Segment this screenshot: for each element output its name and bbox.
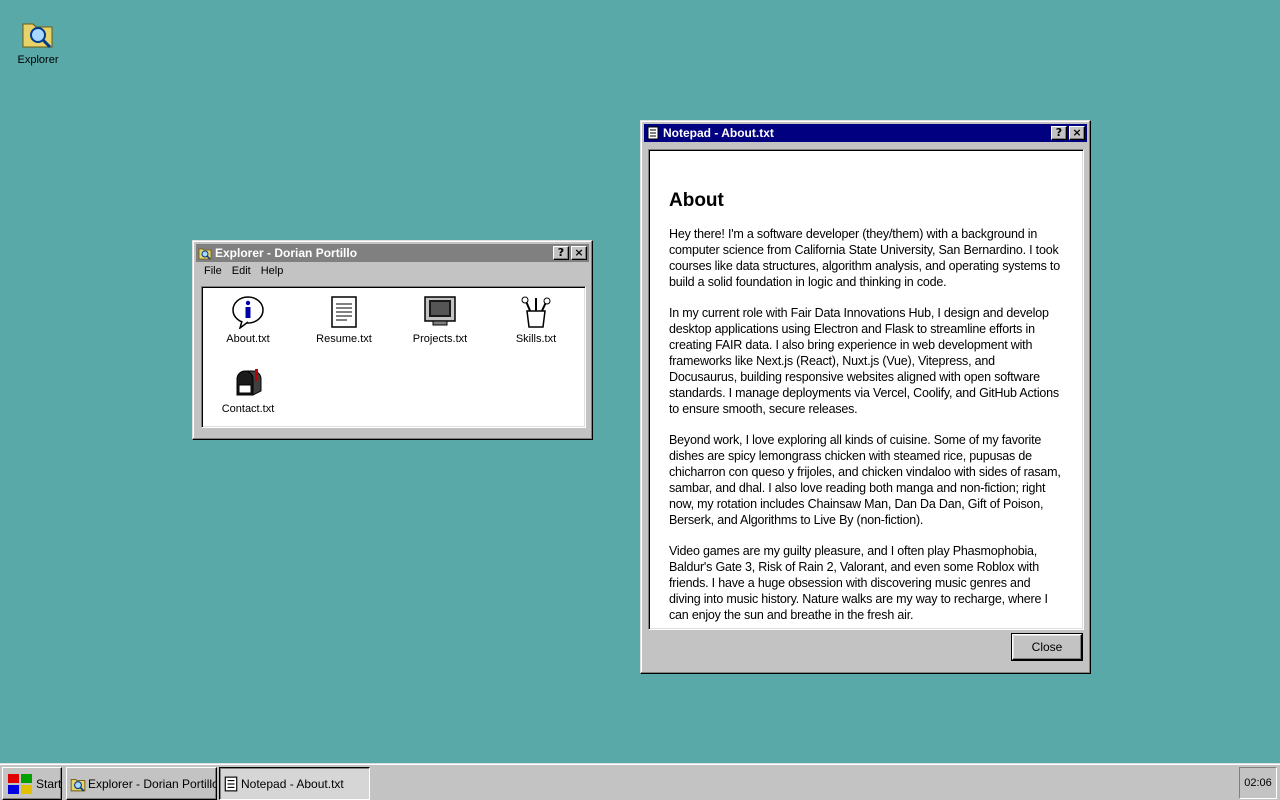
file-about[interactable]: About.txt <box>203 295 293 345</box>
explorer-folder-icon <box>22 23 53 49</box>
mailbox-icon <box>236 369 262 396</box>
windows-logo-icon <box>8 773 32 794</box>
document-heading: About <box>669 190 724 211</box>
explorer-titlebar[interactable]: Explorer - Dorian Portillo ? × <box>196 244 589 262</box>
explorer-folder-icon <box>70 778 86 791</box>
file-label: Contact.txt <box>221 403 275 415</box>
explorer-title: Explorer - Dorian Portillo <box>215 246 358 260</box>
paragraph-interests: Beyond work, I love exploring all kinds … <box>669 433 1061 527</box>
close-button[interactable]: × <box>571 246 587 260</box>
help-button[interactable]: ? <box>1051 126 1067 140</box>
notepad-titlebar[interactable]: Notepad - About.txt ? × <box>644 124 1087 142</box>
info-balloon-icon <box>232 296 264 329</box>
help-button[interactable]: ? <box>553 246 569 260</box>
document-body: About Hey there! I'm a software develope… <box>649 150 1083 623</box>
monitor-icon <box>424 296 456 326</box>
explorer-menubar: File Edit Help <box>196 262 589 280</box>
file-projects[interactable]: Projects.txt <box>395 295 485 345</box>
close-button[interactable]: × <box>1069 126 1085 140</box>
explorer-window[interactable]: Explorer - Dorian Portillo ? × File Edit… <box>192 240 593 440</box>
notepad-icon <box>224 776 238 791</box>
taskbar-item-label: Notepad - About.txt <box>241 776 344 791</box>
menu-help[interactable]: Help <box>256 265 289 277</box>
taskbar: Start Explorer - Dorian Portillo Notepad… <box>0 763 1280 800</box>
menu-file[interactable]: File <box>199 265 227 277</box>
notepad-text-area[interactable]: About Hey there! I'm a software develope… <box>648 149 1084 630</box>
taskbar-item-label: Explorer - Dorian Portillo <box>88 776 217 791</box>
file-skills[interactable]: Skills.txt <box>491 295 581 345</box>
paragraph-background: Hey there! I'm a software developer (the… <box>669 227 1060 289</box>
desktop-icon-explorer[interactable]: Explorer <box>12 18 64 66</box>
start-button[interactable]: Start <box>2 767 62 800</box>
file-contact[interactable]: Contact.txt <box>203 365 293 415</box>
file-label: Skills.txt <box>515 333 557 345</box>
file-resume[interactable]: Resume.txt <box>299 295 389 345</box>
paragraph-hobbies: Video games are my guilty pleasure, and … <box>669 544 1048 622</box>
explorer-file-area: About.txt Resume.txt Projects.txt Skills… <box>201 286 586 428</box>
document-icon <box>331 296 357 328</box>
file-label: Resume.txt <box>316 333 372 345</box>
notepad-window[interactable]: Notepad - About.txt ? × About Hey there!… <box>640 120 1091 674</box>
close-dialog-button[interactable]: Close <box>1011 633 1083 661</box>
taskbar-item-explorer[interactable]: Explorer - Dorian Portillo <box>66 767 217 800</box>
taskbar-item-notepad[interactable]: Notepad - About.txt <box>219 767 370 800</box>
menu-edit[interactable]: Edit <box>227 265 256 277</box>
notepad-title: Notepad - About.txt <box>663 126 774 140</box>
file-label: Projects.txt <box>412 333 468 345</box>
file-label: About.txt <box>226 333 270 345</box>
explorer-folder-icon <box>198 248 212 260</box>
start-label: Start <box>36 776 62 791</box>
tools-cup-icon <box>521 296 551 328</box>
system-tray-clock[interactable]: 02:06 <box>1239 767 1277 799</box>
desktop-icon-label: Explorer <box>17 54 59 66</box>
paragraph-work: In my current role with Fair Data Innova… <box>669 306 1059 416</box>
notepad-icon <box>647 126 659 140</box>
